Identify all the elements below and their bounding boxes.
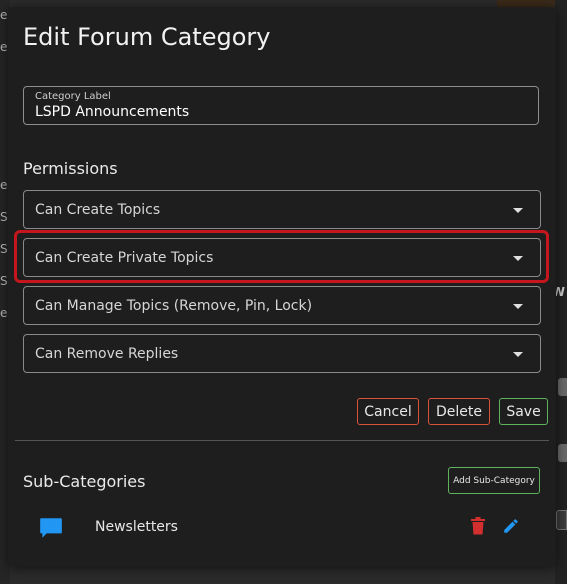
chat-bubble-icon: [38, 515, 64, 545]
edit-forum-category-dialog: Edit Forum Category Category Label LSPD …: [8, 7, 556, 566]
caret-down-icon: [513, 208, 523, 213]
caret-down-icon: [513, 304, 523, 309]
background-toggle: [558, 378, 567, 396]
save-button[interactable]: Save: [499, 398, 548, 425]
permissions-heading: Permissions: [23, 159, 118, 178]
permission-select-label: Can Create Private Topics: [35, 250, 214, 266]
category-label-field[interactable]: Category Label LSPD Announcements: [23, 86, 539, 125]
permission-select-manage-topics[interactable]: Can Manage Topics (Remove, Pin, Lock): [23, 286, 541, 325]
edit-subcategory-pencil-icon[interactable]: [502, 517, 520, 539]
permission-select-create-private-topics[interactable]: Can Create Private Topics: [23, 238, 541, 277]
category-label-field-label: Category Label: [35, 91, 111, 102]
background-toggle: [558, 444, 567, 462]
subcategory-row: Newsletters: [8, 507, 556, 547]
background-checkbox: [556, 510, 567, 530]
permission-select-create-topics[interactable]: Can Create Topics: [23, 190, 541, 229]
delete-button[interactable]: Delete: [428, 398, 490, 425]
permission-select-remove-replies[interactable]: Can Remove Replies: [23, 334, 541, 373]
subcategories-heading: Sub-Categories: [23, 472, 146, 491]
add-subcategory-button[interactable]: Add Sub-Category: [448, 467, 540, 494]
category-label-field-value[interactable]: LSPD Announcements: [35, 104, 189, 120]
caret-down-icon: [513, 256, 523, 261]
permission-select-label: Can Remove Replies: [35, 346, 179, 362]
dialog-title: Edit Forum Category: [23, 23, 271, 51]
permission-select-label: Can Create Topics: [35, 202, 161, 218]
section-divider: [15, 440, 549, 441]
delete-subcategory-trash-icon[interactable]: [470, 517, 486, 539]
cancel-button[interactable]: Cancel: [357, 398, 419, 425]
caret-down-icon: [513, 352, 523, 357]
permission-select-label: Can Manage Topics (Remove, Pin, Lock): [35, 298, 313, 314]
background-right-panel: W: [552, 0, 567, 584]
subcategory-name[interactable]: Newsletters: [95, 519, 178, 535]
